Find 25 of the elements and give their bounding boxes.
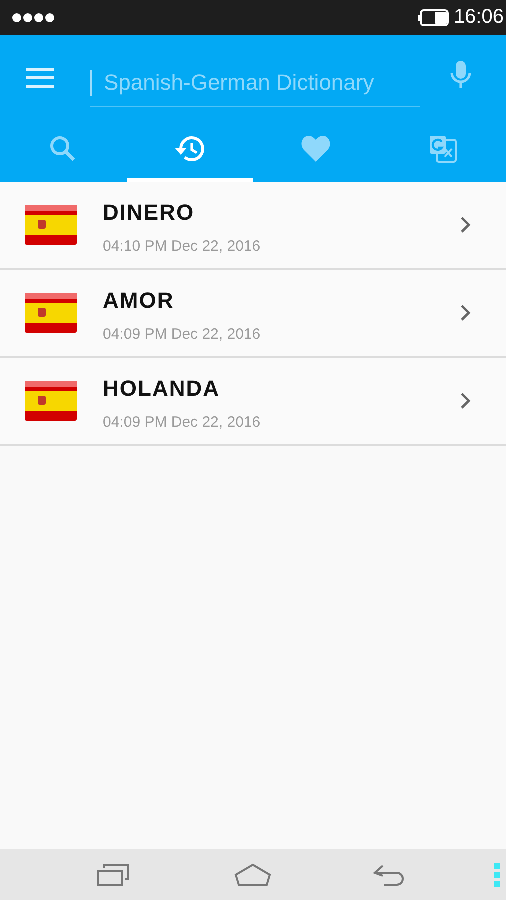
spain-flag-icon (25, 205, 77, 245)
translate-icon (428, 134, 458, 164)
battery-icon (418, 8, 450, 26)
home-icon[interactable] (234, 862, 272, 886)
menu-button[interactable] (26, 66, 54, 88)
entry-time: 04:10 PM Dec 22, 2016 (103, 238, 261, 254)
entry-time: 04:09 PM Dec 22, 2016 (103, 414, 261, 430)
back-icon[interactable] (372, 862, 406, 886)
heart-icon (301, 135, 332, 163)
chevron-right-icon (460, 216, 472, 234)
recent-apps-icon[interactable] (96, 862, 130, 888)
spain-flag-icon (25, 381, 77, 421)
clock-time: 16:06 (454, 6, 505, 29)
spain-flag-icon (25, 293, 77, 333)
microphone-button[interactable] (450, 60, 472, 90)
history-icon (174, 135, 206, 163)
entry-word: HOLANDA (103, 376, 220, 402)
entry-word: DINERO (103, 200, 195, 226)
signal-icon (12, 12, 56, 22)
entry-word: AMOR (103, 288, 174, 314)
search-icon (49, 135, 78, 163)
more-options-icon[interactable] (494, 862, 500, 886)
chevron-right-icon (460, 304, 472, 322)
chevron-right-icon (460, 392, 472, 410)
entry-time: 04:09 PM Dec 22, 2016 (103, 326, 261, 342)
